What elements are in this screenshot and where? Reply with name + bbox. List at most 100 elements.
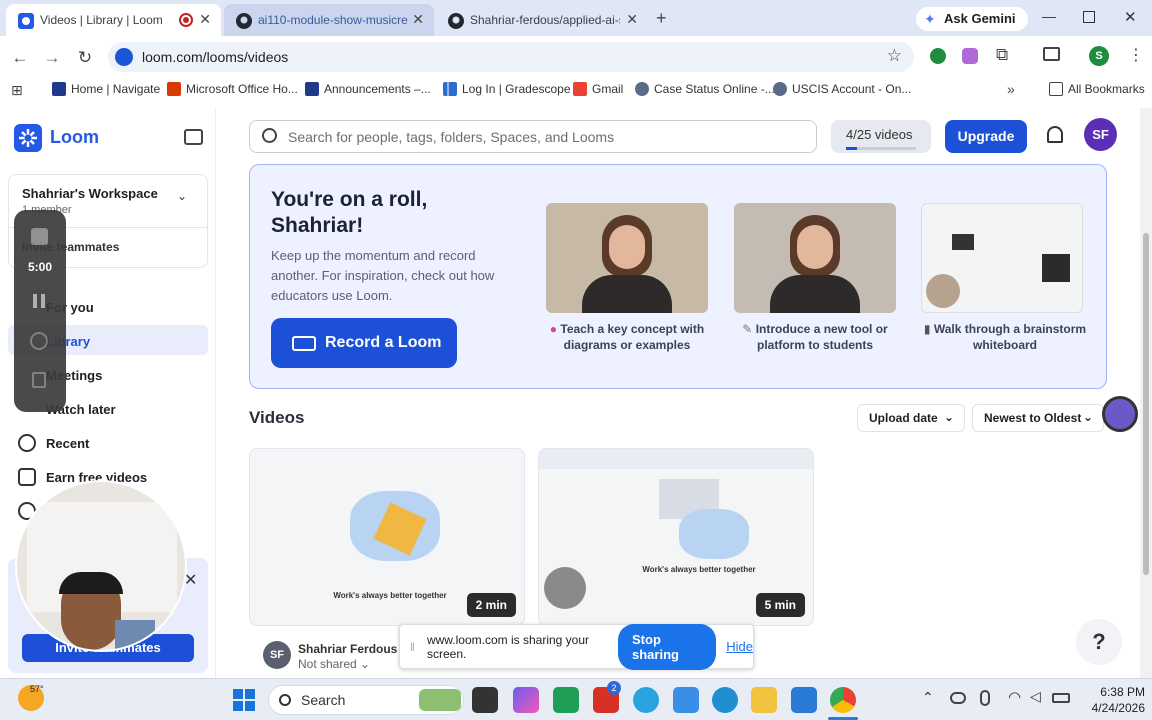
scrollbar-thumb[interactable] — [1143, 233, 1149, 575]
tab-github-musicreco[interactable]: ai110-module-show-musicreco ✕ — [224, 4, 434, 36]
clock-date[interactable]: 4/24/2026 — [1075, 701, 1145, 715]
banner-body: Keep up the momentum and record another.… — [271, 248, 495, 303]
vscode-icon[interactable] — [791, 687, 817, 713]
example-video-introduce[interactable] — [734, 203, 896, 313]
bookmark-gmail[interactable]: Gmail — [573, 82, 623, 96]
loom-logo-icon — [14, 124, 42, 152]
trash-icon[interactable] — [32, 372, 46, 388]
close-window-icon[interactable]: ✕ — [1124, 8, 1137, 26]
bookmark-star-icon[interactable]: ☆ — [887, 46, 902, 66]
visibility-status[interactable]: Not shared ⌄ — [298, 657, 370, 671]
file-explorer-icon[interactable] — [751, 687, 777, 713]
collapse-sidebar-icon[interactable] — [184, 129, 203, 145]
bookmark-label: Microsoft Office Ho... — [186, 82, 298, 96]
app-green-icon[interactable] — [553, 687, 579, 713]
screen-share-notice: ‖ www.loom.com is sharing your screen. S… — [399, 623, 754, 670]
windows-start-icon[interactable] — [233, 689, 255, 711]
app-blue-icon[interactable] — [633, 687, 659, 713]
uscis-seal-icon — [635, 82, 649, 96]
upgrade-button[interactable]: Upgrade — [945, 120, 1027, 153]
tab-loom-videos[interactable]: Videos | Library | Loom ✕ — [6, 4, 221, 36]
drag-handle-icon[interactable]: ‖ — [410, 640, 415, 654]
page-scrollbar[interactable] — [1140, 108, 1152, 678]
help-button[interactable]: ? — [1076, 619, 1122, 665]
pause-icon[interactable] — [41, 294, 45, 308]
copilot-icon[interactable] — [513, 687, 539, 713]
extension-purple-icon[interactable] — [962, 48, 978, 64]
back-icon[interactable]: ← — [9, 47, 31, 69]
profile-avatar[interactable]: S — [1089, 46, 1109, 66]
new-tab-button[interactable]: + — [656, 8, 667, 29]
sidebar-item-recent[interactable]: Recent — [18, 434, 89, 452]
chrome-icon[interactable] — [830, 687, 856, 713]
history-icon — [18, 434, 36, 452]
video-count-fill — [846, 147, 858, 150]
restart-icon[interactable] — [30, 332, 48, 350]
sort-field-label: Upload date — [869, 411, 938, 425]
onedrive-icon[interactable] — [950, 692, 966, 704]
bell-icon[interactable] — [1047, 126, 1063, 143]
example-video-whiteboard[interactable] — [921, 203, 1083, 313]
close-tab-icon[interactable]: ✕ — [626, 11, 638, 28]
bookmark-case-status[interactable]: Case Status Online -... — [635, 82, 775, 96]
apps-grid-icon[interactable]: ⊞ — [11, 82, 23, 99]
sort-field-dropdown[interactable]: Upload date ⌄ — [857, 404, 965, 432]
ask-gemini-button[interactable]: ✦ Ask Gemini — [916, 7, 1028, 31]
example-video-teach[interactable] — [546, 203, 708, 313]
all-bookmarks[interactable]: All Bookmarks — [1049, 82, 1145, 96]
bookmark-announcements[interactable]: Announcements –... — [305, 82, 431, 96]
bookmarks-bar: ⊞ Home | Navigate Microsoft Office Ho...… — [0, 77, 1152, 103]
lenovo-icon[interactable]: 2 — [593, 681, 621, 713]
record-loom-label: Record a Loom — [325, 334, 442, 351]
webcam-bubble[interactable] — [15, 480, 187, 652]
bookmark-label: Home | Navigate — [71, 82, 161, 96]
bookmark-microsoft-office[interactable]: Microsoft Office Ho... — [167, 82, 298, 96]
battery-icon[interactable] — [1052, 693, 1070, 703]
search-input[interactable]: Search for people, tags, folders, Spaces… — [249, 120, 817, 153]
hide-link[interactable]: Hide — [726, 639, 753, 654]
bookmark-home-navigate[interactable]: Home | Navigate — [52, 82, 160, 96]
tab-title: Shahriar-ferdous/applied-ai-sy — [470, 13, 620, 27]
bookmark-gradescope[interactable]: Log In | Gradescope — [443, 82, 571, 96]
stop-recording-icon[interactable] — [31, 228, 48, 245]
volume-icon[interactable]: ◁ — [1030, 688, 1041, 705]
thumb-text: Work's always better together — [333, 591, 447, 600]
notification-badge: 2 — [607, 681, 621, 695]
video-count-text: 4/25 videos — [846, 127, 913, 142]
tab-title: Videos | Library | Loom — [40, 13, 163, 27]
task-view-icon[interactable] — [472, 687, 498, 713]
cast-icon[interactable] — [1043, 47, 1060, 61]
video-card[interactable]: Work's always better together 5 min — [538, 448, 814, 626]
record-loom-button[interactable]: Record a Loom — [271, 318, 457, 368]
restore-icon[interactable] — [1083, 11, 1095, 23]
close-tab-icon[interactable]: ✕ — [199, 11, 211, 28]
clock-time[interactable]: 6:38 PM — [1085, 685, 1145, 699]
edge-icon[interactable] — [712, 687, 738, 713]
tray-chevron-icon[interactable]: ⌃ — [922, 689, 934, 706]
loom-recorder-bubble-icon[interactable] — [1102, 396, 1138, 432]
stop-sharing-button[interactable]: Stop sharing — [618, 623, 717, 670]
extensions-puzzle-icon[interactable]: ⧉ — [996, 45, 1008, 65]
extension-green-icon[interactable] — [930, 48, 946, 64]
more-bookmarks-icon[interactable]: » — [1007, 81, 1015, 97]
minimize-icon[interactable]: — — [1042, 8, 1056, 24]
reload-icon[interactable]: ↻ — [74, 47, 96, 69]
video-card[interactable]: Work's always better together 2 min — [249, 448, 525, 626]
forward-icon[interactable]: → — [41, 47, 63, 69]
user-avatar[interactable]: SF — [1084, 118, 1117, 151]
sort-order-dropdown[interactable]: Newest to Oldest ⌄ — [972, 404, 1104, 432]
video-count-meter[interactable]: 4/25 videos — [831, 120, 931, 153]
site-info-icon[interactable] — [115, 48, 133, 66]
app-window-icon[interactable] — [673, 687, 699, 713]
more-menu-icon[interactable]: ⋮ — [1128, 45, 1144, 65]
close-tab-icon[interactable]: ✕ — [412, 11, 424, 28]
address-bar[interactable]: loom.com/looms/videos ☆ — [108, 42, 914, 72]
duration-badge: 5 min — [755, 593, 805, 617]
taskbar-search[interactable]: Search — [268, 685, 464, 715]
recording-controls: 5:00 — [14, 210, 66, 412]
gemini-sparkle-icon: ✦ — [924, 11, 936, 27]
microphone-icon[interactable] — [980, 690, 990, 706]
tab-github-applied-ai[interactable]: Shahriar-ferdous/applied-ai-sy ✕ — [436, 4, 648, 36]
wifi-icon[interactable]: ◠ — [1008, 688, 1021, 706]
bookmark-uscis-account[interactable]: USCIS Account - On... — [773, 82, 911, 96]
